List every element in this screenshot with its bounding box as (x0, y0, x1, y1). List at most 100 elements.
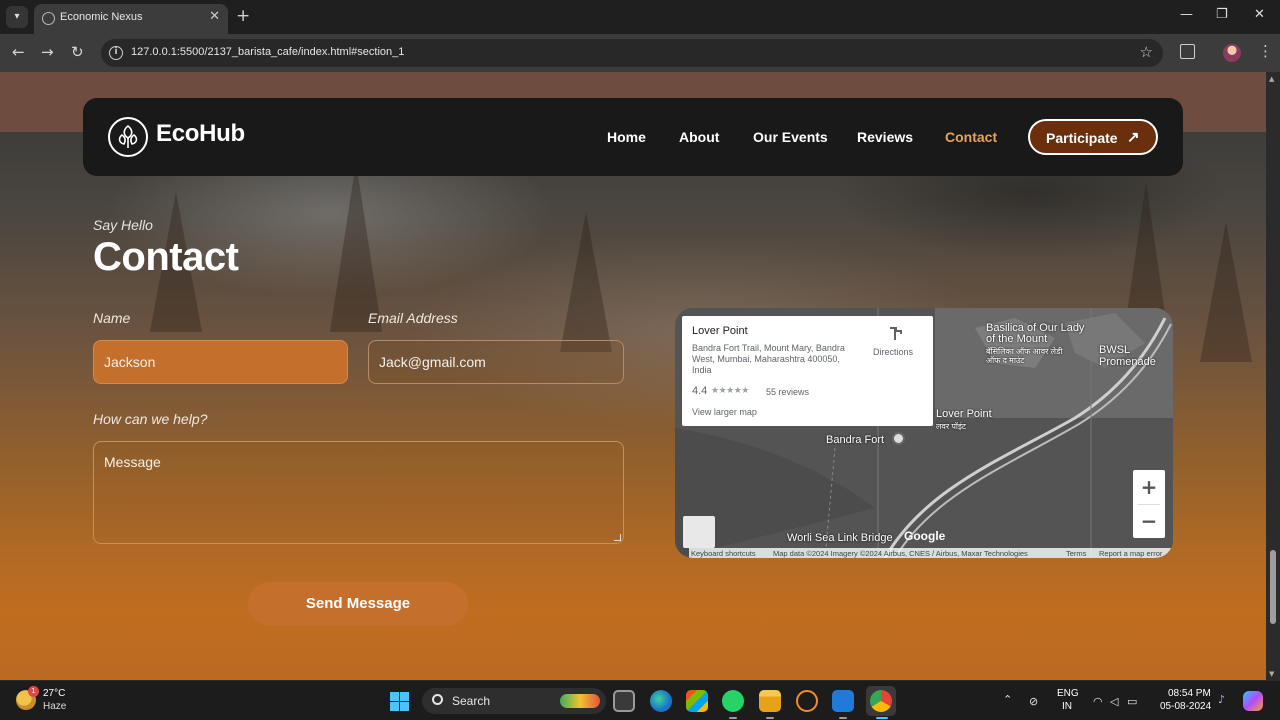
message-textarea[interactable]: Message (93, 441, 624, 544)
google-logo: Google (904, 529, 946, 543)
site-navbar: EcoHub Home About Our Events Reviews Con… (83, 98, 1183, 176)
globe-icon (42, 12, 55, 25)
participate-label: Participate (1046, 130, 1118, 146)
zoom-in-icon[interactable]: + (1133, 470, 1165, 504)
url-text[interactable]: 127.0.0.1:5500/2137_barista_cafe/index.h… (131, 46, 404, 58)
whatsapp-running-indicator (729, 717, 737, 719)
region-indicator[interactable]: IN (1062, 701, 1072, 712)
scroll-down-icon[interactable]: ▼ (1269, 670, 1274, 678)
map-pin-icon[interactable] (892, 432, 905, 445)
directions-icon[interactable] (887, 326, 903, 342)
microsoft-store-icon[interactable] (686, 690, 708, 712)
report-map-error-link[interactable]: Report a map error (1099, 549, 1162, 558)
directions-label[interactable]: Directions (873, 347, 913, 357)
maximize-icon[interactable]: ❐ (1216, 7, 1228, 22)
search-icon (432, 694, 443, 705)
place-info-card: Lover Point Bandra Fort Trail, Mount Mar… (682, 316, 933, 426)
new-tab-icon[interactable]: + (236, 6, 250, 26)
camera-off-icon[interactable]: ⊘ (1029, 695, 1038, 708)
site-info-icon[interactable]: i (109, 46, 123, 60)
address-bar[interactable]: i 127.0.0.1:5500/2137_barista_cafe/index… (101, 39, 1163, 67)
profile-avatar[interactable] (1223, 44, 1241, 62)
volume-icon[interactable]: ◁ (1110, 695, 1118, 708)
weather-badge: 1 (28, 686, 39, 697)
map-label-basilica-local: बॅसिलिका ऑफ आवर लेडी ऑफ द माउंट (986, 347, 1063, 365)
close-tab-icon[interactable]: ✕ (209, 9, 220, 24)
jupyter-icon[interactable] (796, 690, 818, 712)
extensions-icon[interactable] (1180, 44, 1195, 59)
name-input[interactable]: Jackson (93, 340, 348, 384)
windows-start-icon[interactable] (390, 692, 409, 711)
show-hidden-icons-icon[interactable]: ⌃ (1003, 693, 1012, 706)
wifi-icon[interactable]: ◠ (1093, 695, 1103, 708)
nav-link-reviews[interactable]: Reviews (857, 129, 913, 145)
clock-date[interactable]: 05-08-2024 (1160, 701, 1211, 712)
chrome-icon[interactable] (870, 690, 892, 712)
nav-link-contact[interactable]: Contact (945, 129, 997, 145)
page-viewport: EcoHub Home About Our Events Reviews Con… (0, 72, 1266, 680)
file-explorer-icon[interactable] (759, 690, 781, 712)
search-highlight-icon (560, 694, 600, 708)
page-scrollbar[interactable]: ▲ ▼ (1266, 72, 1280, 680)
view-larger-map-link[interactable]: View larger map (692, 407, 757, 417)
participate-button[interactable]: Participate ↗ (1028, 119, 1158, 155)
name-label: Name (93, 310, 131, 326)
keyboard-shortcuts-link[interactable]: Keyboard shortcuts (691, 549, 756, 558)
nav-link-our-events[interactable]: Our Events (753, 129, 828, 145)
terms-link[interactable]: Terms (1066, 549, 1086, 558)
place-name: Lover Point (692, 325, 748, 337)
whatsapp-icon[interactable] (722, 690, 744, 712)
weather-description[interactable]: Haze (43, 701, 66, 712)
tree-silhouette (1200, 222, 1252, 362)
map-data-credit: Map data ©2024 Imagery ©2024 Airbus, CNE… (773, 549, 1028, 558)
clock-time[interactable]: 08:54 PM (1168, 688, 1211, 699)
edge-browser-icon[interactable] (650, 690, 672, 712)
place-reviews-link[interactable]: 55 reviews (766, 387, 809, 397)
message-label: How can we help? (93, 411, 208, 427)
forward-icon[interactable]: → (41, 43, 54, 61)
vscode-icon[interactable] (832, 690, 854, 712)
leaf-logo-icon[interactable] (108, 117, 148, 157)
nav-link-home[interactable]: Home (607, 129, 646, 145)
task-view-icon[interactable] (613, 690, 635, 712)
map-label-bandra-fort: Bandra Fort (826, 434, 885, 446)
map-label-lover-point: Lover Point (936, 408, 992, 420)
bookmark-star-icon[interactable]: ☆ (1140, 43, 1153, 61)
zoom-out-icon[interactable]: − (1133, 504, 1165, 538)
browser-menu-icon[interactable]: ⋮ (1258, 42, 1273, 60)
tree-silhouette (560, 212, 612, 352)
map-label-bwsl: BWSL Promenade (1099, 344, 1156, 368)
map-zoom-controls: + − (1133, 470, 1165, 538)
map-label-lover-point-local: लवर पॉइंट (936, 422, 966, 431)
search-label: Search (452, 694, 491, 708)
copilot-icon[interactable] (1243, 691, 1263, 711)
language-indicator[interactable]: ENG (1057, 688, 1079, 699)
taskbar-search[interactable]: Search (422, 688, 606, 714)
map-attribution-bar: Keyboard shortcuts Map data ©2024 Imager… (689, 548, 1173, 558)
brand-name[interactable]: EcoHub (156, 120, 245, 148)
google-map-embed[interactable]: Basilica of Our Lady of the Mount बॅसिलि… (675, 308, 1173, 558)
notification-bell-icon[interactable]: ♪ (1218, 693, 1225, 706)
weather-temperature[interactable]: 27°C (43, 688, 65, 699)
scroll-up-icon[interactable]: ▲ (1269, 75, 1274, 83)
rating-stars-icon: ★★★★★ (711, 386, 749, 396)
resize-handle-icon[interactable] (614, 534, 621, 541)
scrollbar-thumb[interactable] (1270, 550, 1276, 624)
minimize-icon[interactable]: — (1180, 7, 1193, 22)
reload-icon[interactable]: ↻ (71, 43, 84, 61)
tab-title: Economic Nexus (60, 11, 143, 23)
tree-silhouette (330, 162, 382, 332)
battery-icon[interactable]: ▭ (1127, 695, 1137, 708)
explorer-running-indicator (766, 717, 774, 719)
browser-toolbar: ← → ↻ i 127.0.0.1:5500/2137_barista_cafe… (0, 34, 1280, 72)
section-eyebrow: Say Hello (93, 217, 153, 233)
tab-search-icon[interactable]: ▾ (6, 6, 28, 28)
email-input[interactable]: Jack@gmail.com (368, 340, 624, 384)
close-window-icon[interactable]: ✕ (1254, 7, 1265, 22)
nav-link-about[interactable]: About (679, 129, 719, 145)
street-view-pegman-icon[interactable] (683, 516, 715, 548)
send-message-button[interactable]: Send Message (248, 582, 468, 626)
browser-tab[interactable]: Economic Nexus ✕ (34, 4, 228, 34)
back-icon[interactable]: ← (12, 43, 25, 61)
map-label-sea-link: Worli Sea Link Bridge (787, 532, 893, 544)
